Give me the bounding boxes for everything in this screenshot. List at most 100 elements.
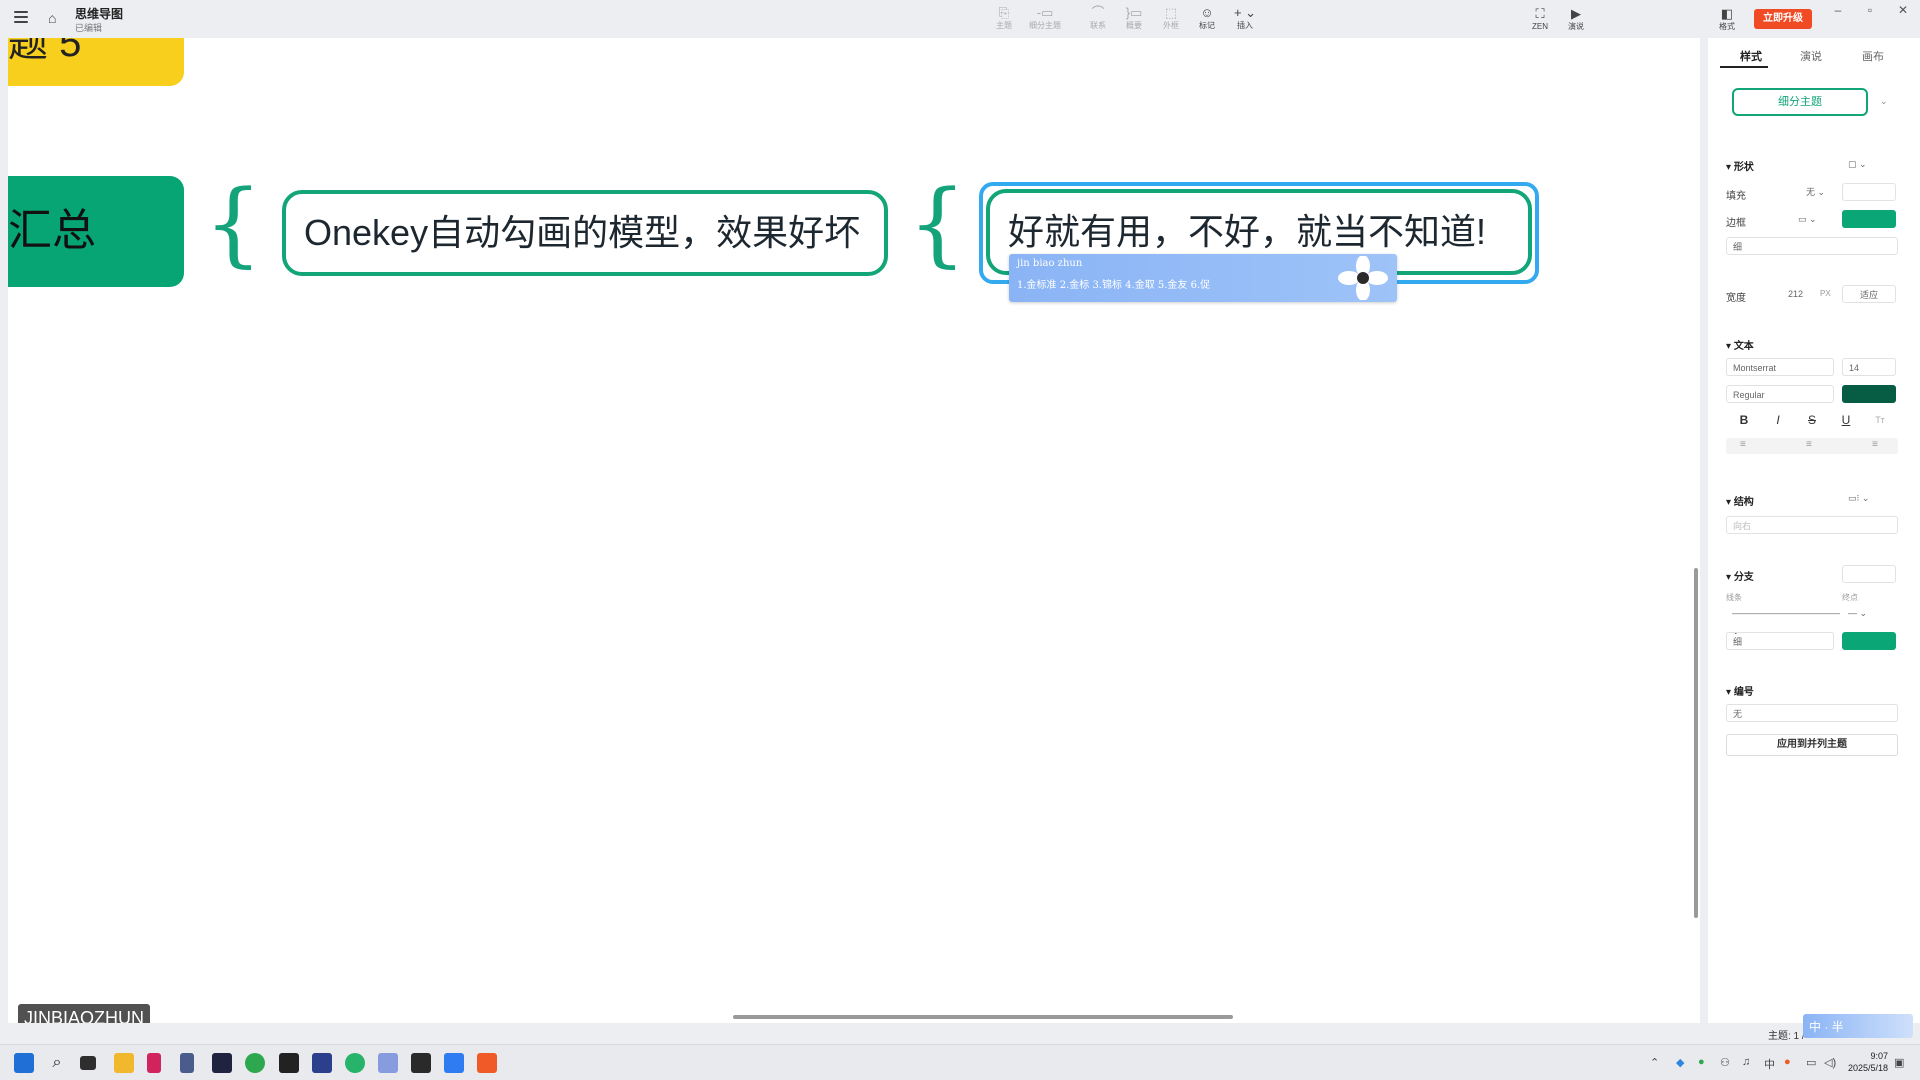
insert-button[interactable]: + ⌄ 插入 xyxy=(1225,5,1265,31)
structure-section-header[interactable]: ▾ 结构 xyxy=(1726,493,1754,508)
tray-orange-icon[interactable]: ● xyxy=(1784,1056,1791,1068)
upgrade-button[interactable]: 立即升级 xyxy=(1754,9,1812,29)
text-section-header[interactable]: ▾ 文本 xyxy=(1726,337,1754,352)
tray-wechat-icon[interactable]: ● xyxy=(1698,1056,1705,1068)
zen-button[interactable]: ⛶ ZEN xyxy=(1522,6,1558,32)
summary-button[interactable]: }▭ 概要 xyxy=(1114,5,1154,31)
line-style-select[interactable]: ———————————— ⌄ xyxy=(1726,604,1840,636)
border-style-select[interactable]: ▭ ⌄ xyxy=(1792,210,1840,228)
shape-section-header[interactable]: ▾ 形状 xyxy=(1726,158,1754,173)
notification-icon[interactable]: ▣ xyxy=(1894,1056,1904,1069)
close-icon[interactable]: ✕ xyxy=(1893,3,1913,17)
ime-status-widget[interactable]: 中 · 半 xyxy=(1803,1014,1913,1038)
branch-section-header[interactable]: ▾ 分支 xyxy=(1726,568,1754,583)
pycharm-icon[interactable] xyxy=(212,1053,232,1073)
terminal-icon[interactable] xyxy=(411,1053,431,1073)
italic-button[interactable]: I xyxy=(1764,411,1792,429)
ime-pinyin: jin biao zhun xyxy=(1017,258,1083,269)
marker-button[interactable]: ☺ 标记 xyxy=(1187,5,1227,31)
style-select[interactable]: 细分主题 xyxy=(1732,88,1868,116)
numbering-section-header[interactable]: ▾ 编号 xyxy=(1726,683,1754,698)
font-size-select[interactable]: 14 xyxy=(1842,358,1896,376)
tab-present[interactable]: 演说 xyxy=(1800,48,1822,64)
summary-brace: { xyxy=(204,170,263,277)
topic-node-5[interactable]: 主题 5 xyxy=(8,38,184,86)
boundary-button[interactable]: ⬚ 外框 xyxy=(1151,5,1191,31)
bold-button[interactable]: B xyxy=(1730,411,1758,429)
border-weight-select[interactable]: 细 xyxy=(1726,237,1898,255)
fit-width-button[interactable]: 适应 xyxy=(1842,285,1896,303)
text-case-button[interactable]: Tт xyxy=(1866,411,1894,429)
shape-select[interactable]: ▢ ⌄ xyxy=(1842,155,1896,173)
align-left-icon[interactable]: ≡ xyxy=(1740,439,1746,450)
task-view-icon[interactable] xyxy=(80,1056,96,1070)
fill-select[interactable]: 无 ⌄ xyxy=(1800,183,1844,201)
font-weight-select[interactable]: Regular xyxy=(1726,385,1834,403)
apply-to-siblings-button[interactable]: 应用到并列主题 xyxy=(1726,734,1898,756)
structure-type-select[interactable]: ▭⁝ ⌄ xyxy=(1842,489,1896,507)
menu-icon[interactable] xyxy=(14,11,28,23)
vertical-scrollbar[interactable] xyxy=(1694,568,1698,918)
app-pen-icon[interactable] xyxy=(180,1053,194,1073)
tray-network-icon[interactable]: ⚇ xyxy=(1720,1056,1730,1069)
branch-color-swatch[interactable] xyxy=(1842,632,1896,650)
file-explorer-icon[interactable] xyxy=(114,1053,134,1073)
branch-style-select[interactable] xyxy=(1842,565,1896,583)
tab-style[interactable]: 样式 xyxy=(1740,48,1762,64)
start-icon[interactable] xyxy=(14,1053,34,1073)
app-cursor-icon[interactable] xyxy=(147,1053,161,1073)
numbering-select[interactable]: 无 xyxy=(1726,704,1898,722)
chevron-down-icon[interactable]: ⌄ xyxy=(1880,96,1888,107)
strikethrough-button[interactable]: S xyxy=(1798,411,1826,429)
tray-chevron-icon[interactable]: ⌃ xyxy=(1650,1056,1659,1069)
save-status: 已编辑 xyxy=(75,23,103,33)
font-family-select[interactable]: Montserrat xyxy=(1726,358,1834,376)
border-color-swatch[interactable] xyxy=(1842,210,1896,228)
tray-volume-icon[interactable]: ◁) xyxy=(1824,1056,1836,1069)
topic-count-status: 主题: 1 / xyxy=(1768,1031,1805,1042)
fill-color[interactable] xyxy=(1842,183,1896,201)
home-icon[interactable]: ⌂ xyxy=(48,10,56,26)
panel-tabs: 样式 演说 画布 xyxy=(1708,38,1920,72)
subtopic-node-1[interactable]: Onekey自动勾画的模型，效果好坏 xyxy=(282,190,888,276)
border-label: 边框 xyxy=(1726,218,1746,229)
camera-app-icon[interactable] xyxy=(279,1053,299,1073)
summary-node[interactable]: 汇总 xyxy=(8,176,184,287)
title-bar: ⌂ 思维导图 已编辑 ⎘ 主题 -▭ 细分主题 ⌒ 联系 }▭ 概要 ⬚ 外框 ☺ 标记 +… xyxy=(0,0,1920,38)
present-button[interactable]: ▶ 演说 xyxy=(1558,6,1594,32)
app-doc-icon[interactable] xyxy=(312,1053,332,1073)
width-input[interactable]: 212 xyxy=(1782,285,1814,303)
tray-display-icon[interactable]: ▭ xyxy=(1806,1056,1816,1069)
maximize-icon[interactable]: ▫ xyxy=(1860,3,1880,17)
search-icon[interactable]: ⌕ xyxy=(47,1053,67,1073)
end-label: 终点 xyxy=(1842,593,1858,602)
chrome-icon[interactable] xyxy=(245,1053,265,1073)
network-app-icon[interactable] xyxy=(378,1053,398,1073)
minimize-icon[interactable]: – xyxy=(1828,3,1848,17)
topic-button[interactable]: ⎘ 主题 xyxy=(984,5,1024,31)
tab-canvas[interactable]: 画布 xyxy=(1862,48,1884,64)
format-panel-button[interactable]: ◧ 格式 xyxy=(1709,6,1745,32)
underline-button[interactable]: U xyxy=(1832,411,1860,429)
ime-candidates[interactable]: 1.金标准 2.金标 3.锦标 4.金取 5.金友 6.促 xyxy=(1017,276,1210,291)
end-style-select[interactable]: — ⌄ xyxy=(1842,604,1896,622)
tray-app-icon[interactable]: ◆ xyxy=(1676,1056,1684,1069)
boundary-icon: ⬚ xyxy=(1164,5,1178,20)
tray-ime-icon[interactable]: 中 xyxy=(1764,1056,1775,1072)
text-color-swatch[interactable] xyxy=(1842,385,1896,403)
system-clock[interactable]: 9:07 2025/5/18 xyxy=(1846,1050,1888,1074)
structure-select[interactable]: 向右 xyxy=(1726,516,1898,534)
mindmap-canvas[interactable]: 主题 5 汇总 { Onekey自动勾画的模型，效果好坏 { 好就有用，不好，就… xyxy=(8,38,1700,1023)
horizontal-scrollbar[interactable] xyxy=(733,1015,1233,1019)
branch-weight-select[interactable]: 细 xyxy=(1726,632,1834,650)
relationship-button[interactable]: ⌒ 联系 xyxy=(1078,5,1118,31)
panel-icon: ◧ xyxy=(1720,6,1734,21)
app-blue-icon[interactable] xyxy=(444,1053,464,1073)
align-center-icon[interactable]: ≡ xyxy=(1806,439,1812,450)
mindmap-app-icon[interactable] xyxy=(477,1053,497,1073)
subtopic-button[interactable]: -▭ 细分主题 xyxy=(1025,5,1065,31)
tray-mic-icon[interactable]: ♫ xyxy=(1742,1056,1750,1068)
ime-candidate-window[interactable]: jin biao zhun 1.金标准 2.金标 3.锦标 4.金取 5.金友 … xyxy=(1009,254,1397,302)
edge-icon[interactable] xyxy=(345,1053,365,1073)
align-right-icon[interactable]: ≡ xyxy=(1872,439,1878,450)
